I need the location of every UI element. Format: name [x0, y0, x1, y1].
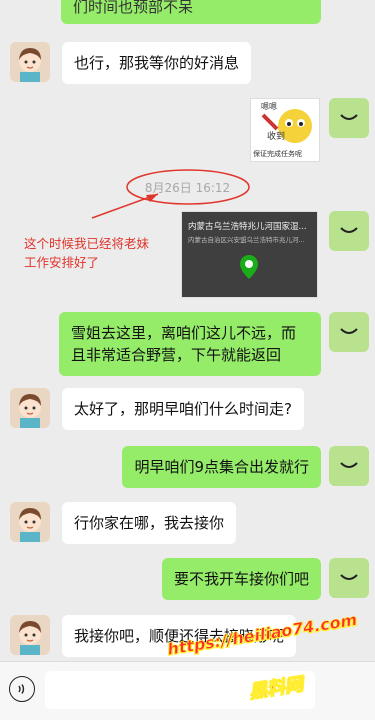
input-bar [0, 661, 375, 720]
sticker-text: 收到 [267, 132, 286, 142]
sticker-text: 嗯嗯 [261, 102, 277, 111]
contact-avatar[interactable] [10, 42, 50, 82]
smile-icon [340, 462, 358, 468]
voice-input-button[interactable] [9, 676, 35, 702]
girl-avatar-icon [10, 502, 50, 542]
message-text: 太好了，那明早咱们什么时间走? [74, 400, 292, 418]
contact-avatar[interactable] [10, 615, 50, 655]
my-avatar[interactable] [329, 98, 369, 138]
girl-avatar-icon [10, 42, 50, 82]
location-title: 内蒙古乌兰浩特兆儿河国家湿... [188, 222, 307, 232]
voice-wave-icon [18, 684, 25, 694]
received-message-bubble[interactable]: 也行，那我等你的好消息 [62, 42, 252, 84]
received-message-bubble[interactable]: 太好了，那明早咱们什么时间走? [62, 388, 304, 430]
message-text: 明早咱们9点集合出发就行 [134, 458, 309, 476]
contact-avatar[interactable] [10, 388, 50, 428]
message-text: 们时间也预部不呆 [73, 0, 194, 16]
contact-avatar[interactable] [10, 502, 50, 542]
smile-icon [340, 574, 358, 580]
girl-avatar-icon [10, 388, 50, 428]
my-avatar[interactable] [329, 558, 369, 598]
sent-message-bubble[interactable]: 雪姐去这里，离咱们这儿不远，而且非常适合野营，下午就能返回 [59, 312, 321, 376]
message-text: 也行，那我等你的好消息 [74, 54, 240, 72]
message-text: 行你家在哪，我去接你 [74, 514, 225, 532]
location-subtitle: 内蒙古自治区兴安盟乌兰浩特市兆儿河... [188, 236, 305, 244]
my-avatar[interactable] [329, 312, 369, 352]
smile-icon [340, 227, 358, 233]
girl-avatar-icon [10, 615, 50, 655]
sent-message-bubble-partial[interactable]: 们时间也预部不呆 [61, 0, 321, 24]
sticker-caption: 保证完成任务呢 [253, 150, 302, 158]
sticker-image[interactable]: 嗯嗯 收到 保证完成任务呢 [250, 98, 320, 162]
my-avatar[interactable] [329, 446, 369, 486]
sent-message-bubble[interactable]: 明早咱们9点集合出发就行 [122, 446, 321, 488]
my-avatar[interactable] [329, 211, 369, 251]
map-pin-icon [240, 255, 258, 279]
message-text: 要不我开车接你们吧 [173, 570, 309, 588]
received-message-bubble[interactable]: 行你家在哪，我去接你 [62, 502, 237, 544]
sent-message-bubble[interactable]: 要不我开车接你们吧 [161, 558, 321, 600]
smile-icon [340, 114, 358, 120]
message-text: 雪姐去这里，离咱们这儿不远，而且非常适合野营，下午就能返回 [71, 324, 297, 364]
location-card[interactable]: 内蒙古乌兰浩特兆儿河国家湿... 内蒙古自治区兴安盟乌兰浩特市兆儿河... [181, 211, 318, 298]
smile-icon [340, 328, 358, 334]
red-annotation: 这个时候我已经将老妹工作安排好了 [24, 236, 150, 270]
